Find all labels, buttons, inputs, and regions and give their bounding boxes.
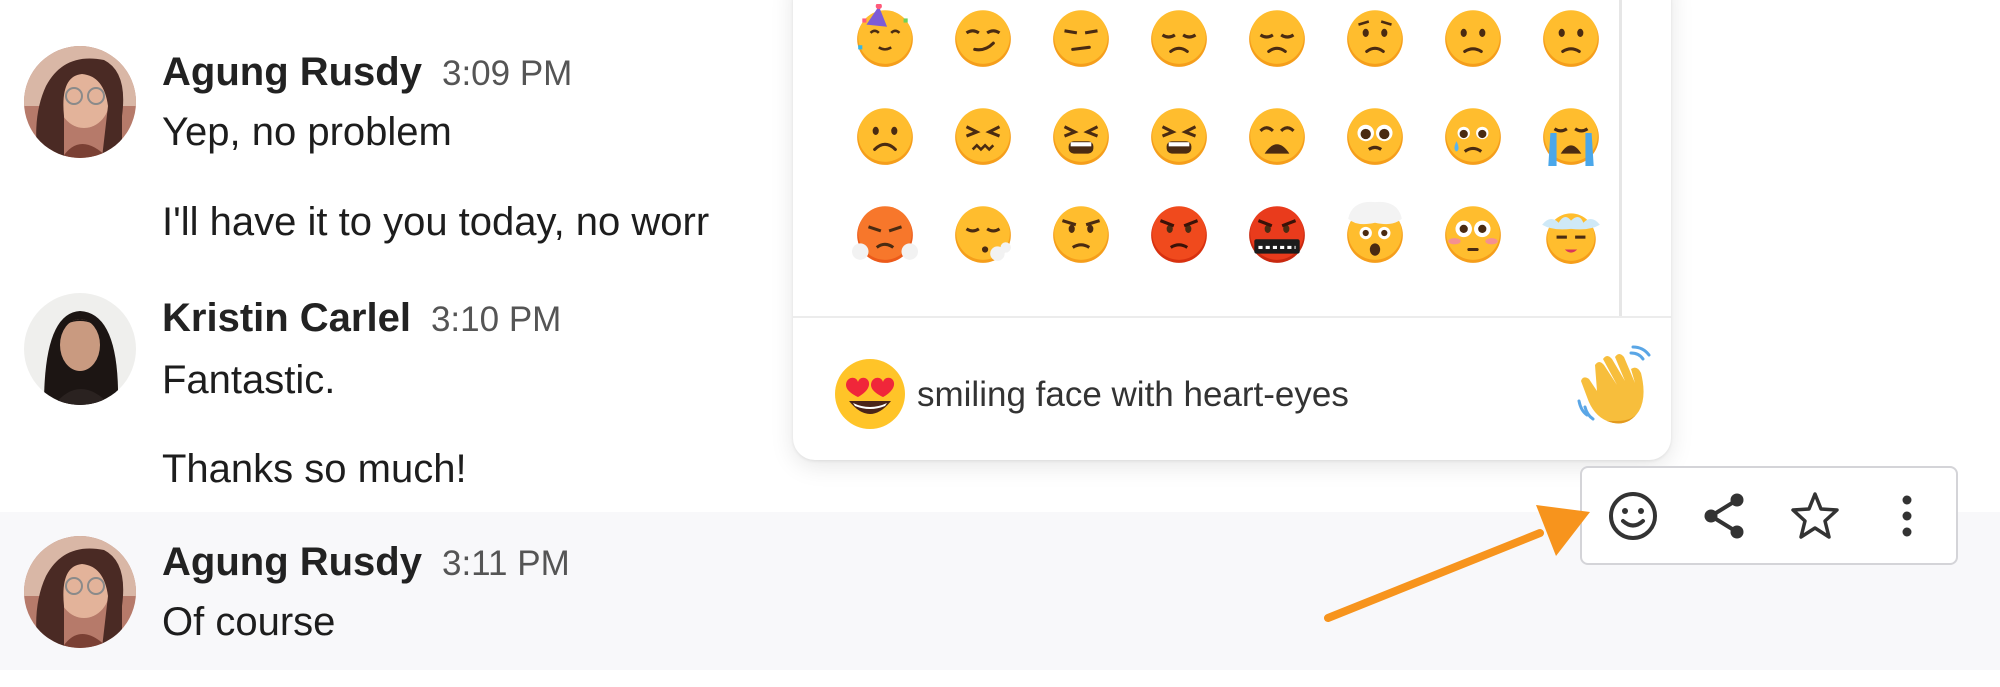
message-text: Of course bbox=[162, 600, 336, 644]
enraged-face-emoji-icon[interactable] bbox=[1139, 193, 1219, 273]
message-header: Kristin Carlel 3:10 PM bbox=[162, 296, 561, 341]
crying-face-emoji-icon[interactable] bbox=[1433, 95, 1513, 175]
worried-face-emoji-icon[interactable] bbox=[1335, 0, 1415, 77]
face-exhaling-emoji-icon[interactable] bbox=[943, 193, 1023, 273]
avatar[interactable] bbox=[24, 46, 136, 158]
tired-face-emoji-icon[interactable] bbox=[1139, 95, 1219, 175]
avatar[interactable] bbox=[24, 293, 136, 405]
message-timestamp[interactable]: 3:10 PM bbox=[431, 300, 561, 340]
hot-face-emoji-icon[interactable] bbox=[1531, 193, 1611, 273]
unamused-face-emoji-icon[interactable] bbox=[1041, 0, 1121, 77]
face-with-symbols-emoji-icon[interactable] bbox=[1237, 193, 1317, 273]
message-timestamp[interactable]: 3:11 PM bbox=[442, 544, 570, 584]
emoji-preview-name: smiling face with heart-eyes bbox=[917, 375, 1349, 414]
slightly-frowning-face-emoji-icon[interactable] bbox=[1531, 0, 1611, 77]
loudly-crying-face-emoji-icon[interactable] bbox=[1531, 95, 1611, 175]
pensive-face-emoji-icon[interactable] bbox=[1237, 0, 1317, 77]
exploding-head-emoji-icon[interactable] bbox=[1335, 193, 1415, 273]
message-text: Fantastic. bbox=[162, 358, 336, 402]
message-actions-toolbar bbox=[1580, 466, 1958, 565]
skin-tone-selector-waving-hand-icon[interactable] bbox=[1573, 345, 1653, 431]
slightly-frowning-face-emoji-icon[interactable] bbox=[1433, 0, 1513, 77]
flushed-face-emoji-icon[interactable] bbox=[1433, 193, 1513, 273]
add-reaction-icon bbox=[1609, 492, 1657, 540]
message-text: I'll have it to you today, no worr bbox=[162, 200, 710, 244]
picker-scrollbar[interactable] bbox=[1619, 0, 1622, 316]
star-icon bbox=[1791, 492, 1839, 539]
author-name[interactable]: Agung Rusdy bbox=[162, 540, 422, 585]
picker-divider bbox=[793, 316, 1671, 318]
weary-face-emoji-icon[interactable] bbox=[1237, 95, 1317, 175]
pleading-face-emoji-icon[interactable] bbox=[1335, 95, 1415, 175]
author-name[interactable]: Agung Rusdy bbox=[162, 50, 422, 95]
emoji-picker: smiling face with heart-eyes bbox=[793, 0, 1671, 460]
share-button[interactable] bbox=[1692, 483, 1758, 549]
more-icon bbox=[1902, 495, 1912, 537]
star-button[interactable] bbox=[1782, 483, 1848, 549]
avatar[interactable] bbox=[24, 536, 136, 648]
share-icon bbox=[1704, 493, 1744, 539]
message-text: Yep, no problem bbox=[162, 110, 452, 154]
confounded-face-emoji-icon[interactable] bbox=[943, 95, 1023, 175]
add-reaction-button[interactable] bbox=[1600, 483, 1666, 549]
message-text: Thanks so much! bbox=[162, 447, 467, 491]
tired-face-emoji-icon[interactable] bbox=[1041, 95, 1121, 175]
pouting-face-emoji-icon[interactable] bbox=[1041, 193, 1121, 273]
face-with-steam-emoji-icon[interactable] bbox=[845, 193, 925, 273]
message-header: Agung Rusdy 3:09 PM bbox=[162, 50, 572, 95]
smirking-face-emoji-icon[interactable] bbox=[943, 0, 1023, 77]
author-name[interactable]: Kristin Carlel bbox=[162, 296, 411, 341]
disappointed-face-emoji-icon[interactable] bbox=[1139, 0, 1219, 77]
message-header: Agung Rusdy 3:11 PM bbox=[162, 540, 570, 585]
heart-eyes-emoji-icon bbox=[831, 355, 909, 433]
frowning-face-emoji-icon[interactable] bbox=[845, 95, 925, 175]
partying-face-emoji-icon[interactable] bbox=[845, 0, 925, 77]
more-options-button[interactable] bbox=[1874, 483, 1940, 549]
chat-window: Agung Rusdy 3:09 PM Yep, no problem I'll… bbox=[0, 0, 2000, 687]
message-timestamp[interactable]: 3:09 PM bbox=[442, 54, 572, 94]
